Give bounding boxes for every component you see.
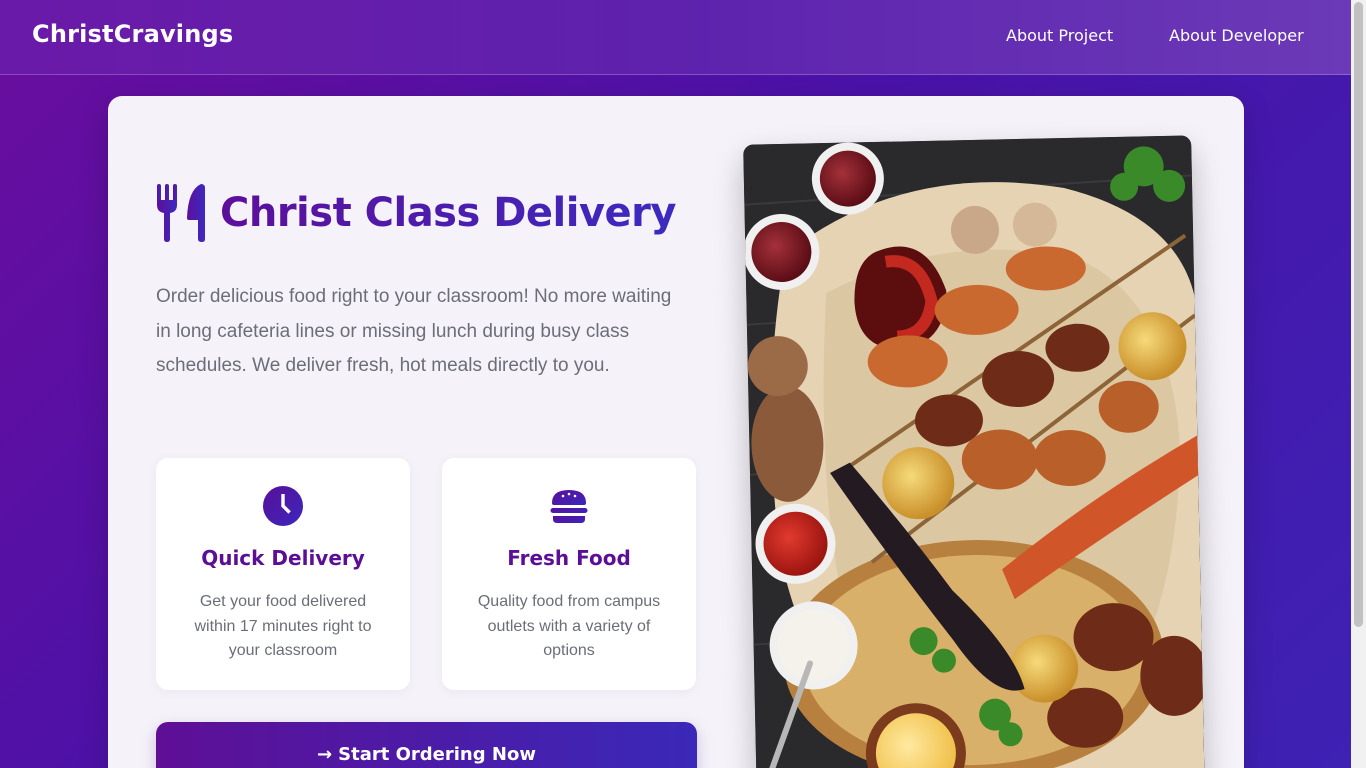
food-platter-image: [743, 135, 1205, 768]
feature-title: Quick Delivery: [201, 546, 365, 570]
brand-logo[interactable]: ChristCravings: [32, 20, 233, 48]
hero-title: Christ Class Delivery: [220, 190, 676, 236]
feature-title: Fresh Food: [507, 546, 631, 570]
arrow-right-icon: →: [317, 744, 333, 765]
clock-icon: [263, 486, 303, 526]
start-ordering-button[interactable]: → Start Ordering Now: [156, 722, 697, 768]
nav-link-about-project[interactable]: About Project: [1006, 26, 1113, 45]
feature-card-fresh-food: Fresh Food Quality food from campus outl…: [442, 458, 696, 690]
feature-description: Get your food delivered within 17 minute…: [194, 593, 372, 659]
hero-description: Order delicious food right to your class…: [156, 286, 672, 377]
utensils-icon: [157, 184, 205, 242]
hero-card: Christ Class Delivery Order delicious fo…: [108, 96, 1244, 768]
scrollbar-thumb[interactable]: [1354, 2, 1363, 627]
feature-description: Quality food from campus outlets with a …: [477, 593, 661, 659]
page-scrollbar[interactable]: [1351, 0, 1366, 768]
food-platter-illustration: [743, 135, 1205, 768]
hero-title-row: Christ Class Delivery: [156, 184, 676, 242]
nav-link-about-developer[interactable]: About Developer: [1169, 26, 1304, 45]
burger-icon: [550, 490, 588, 523]
top-navbar: ChristCravings About Project About Devel…: [0, 0, 1351, 75]
feature-card-quick-delivery: Quick Delivery Get your food delivered w…: [156, 458, 410, 690]
start-ordering-label: Start Ordering Now: [338, 744, 536, 765]
